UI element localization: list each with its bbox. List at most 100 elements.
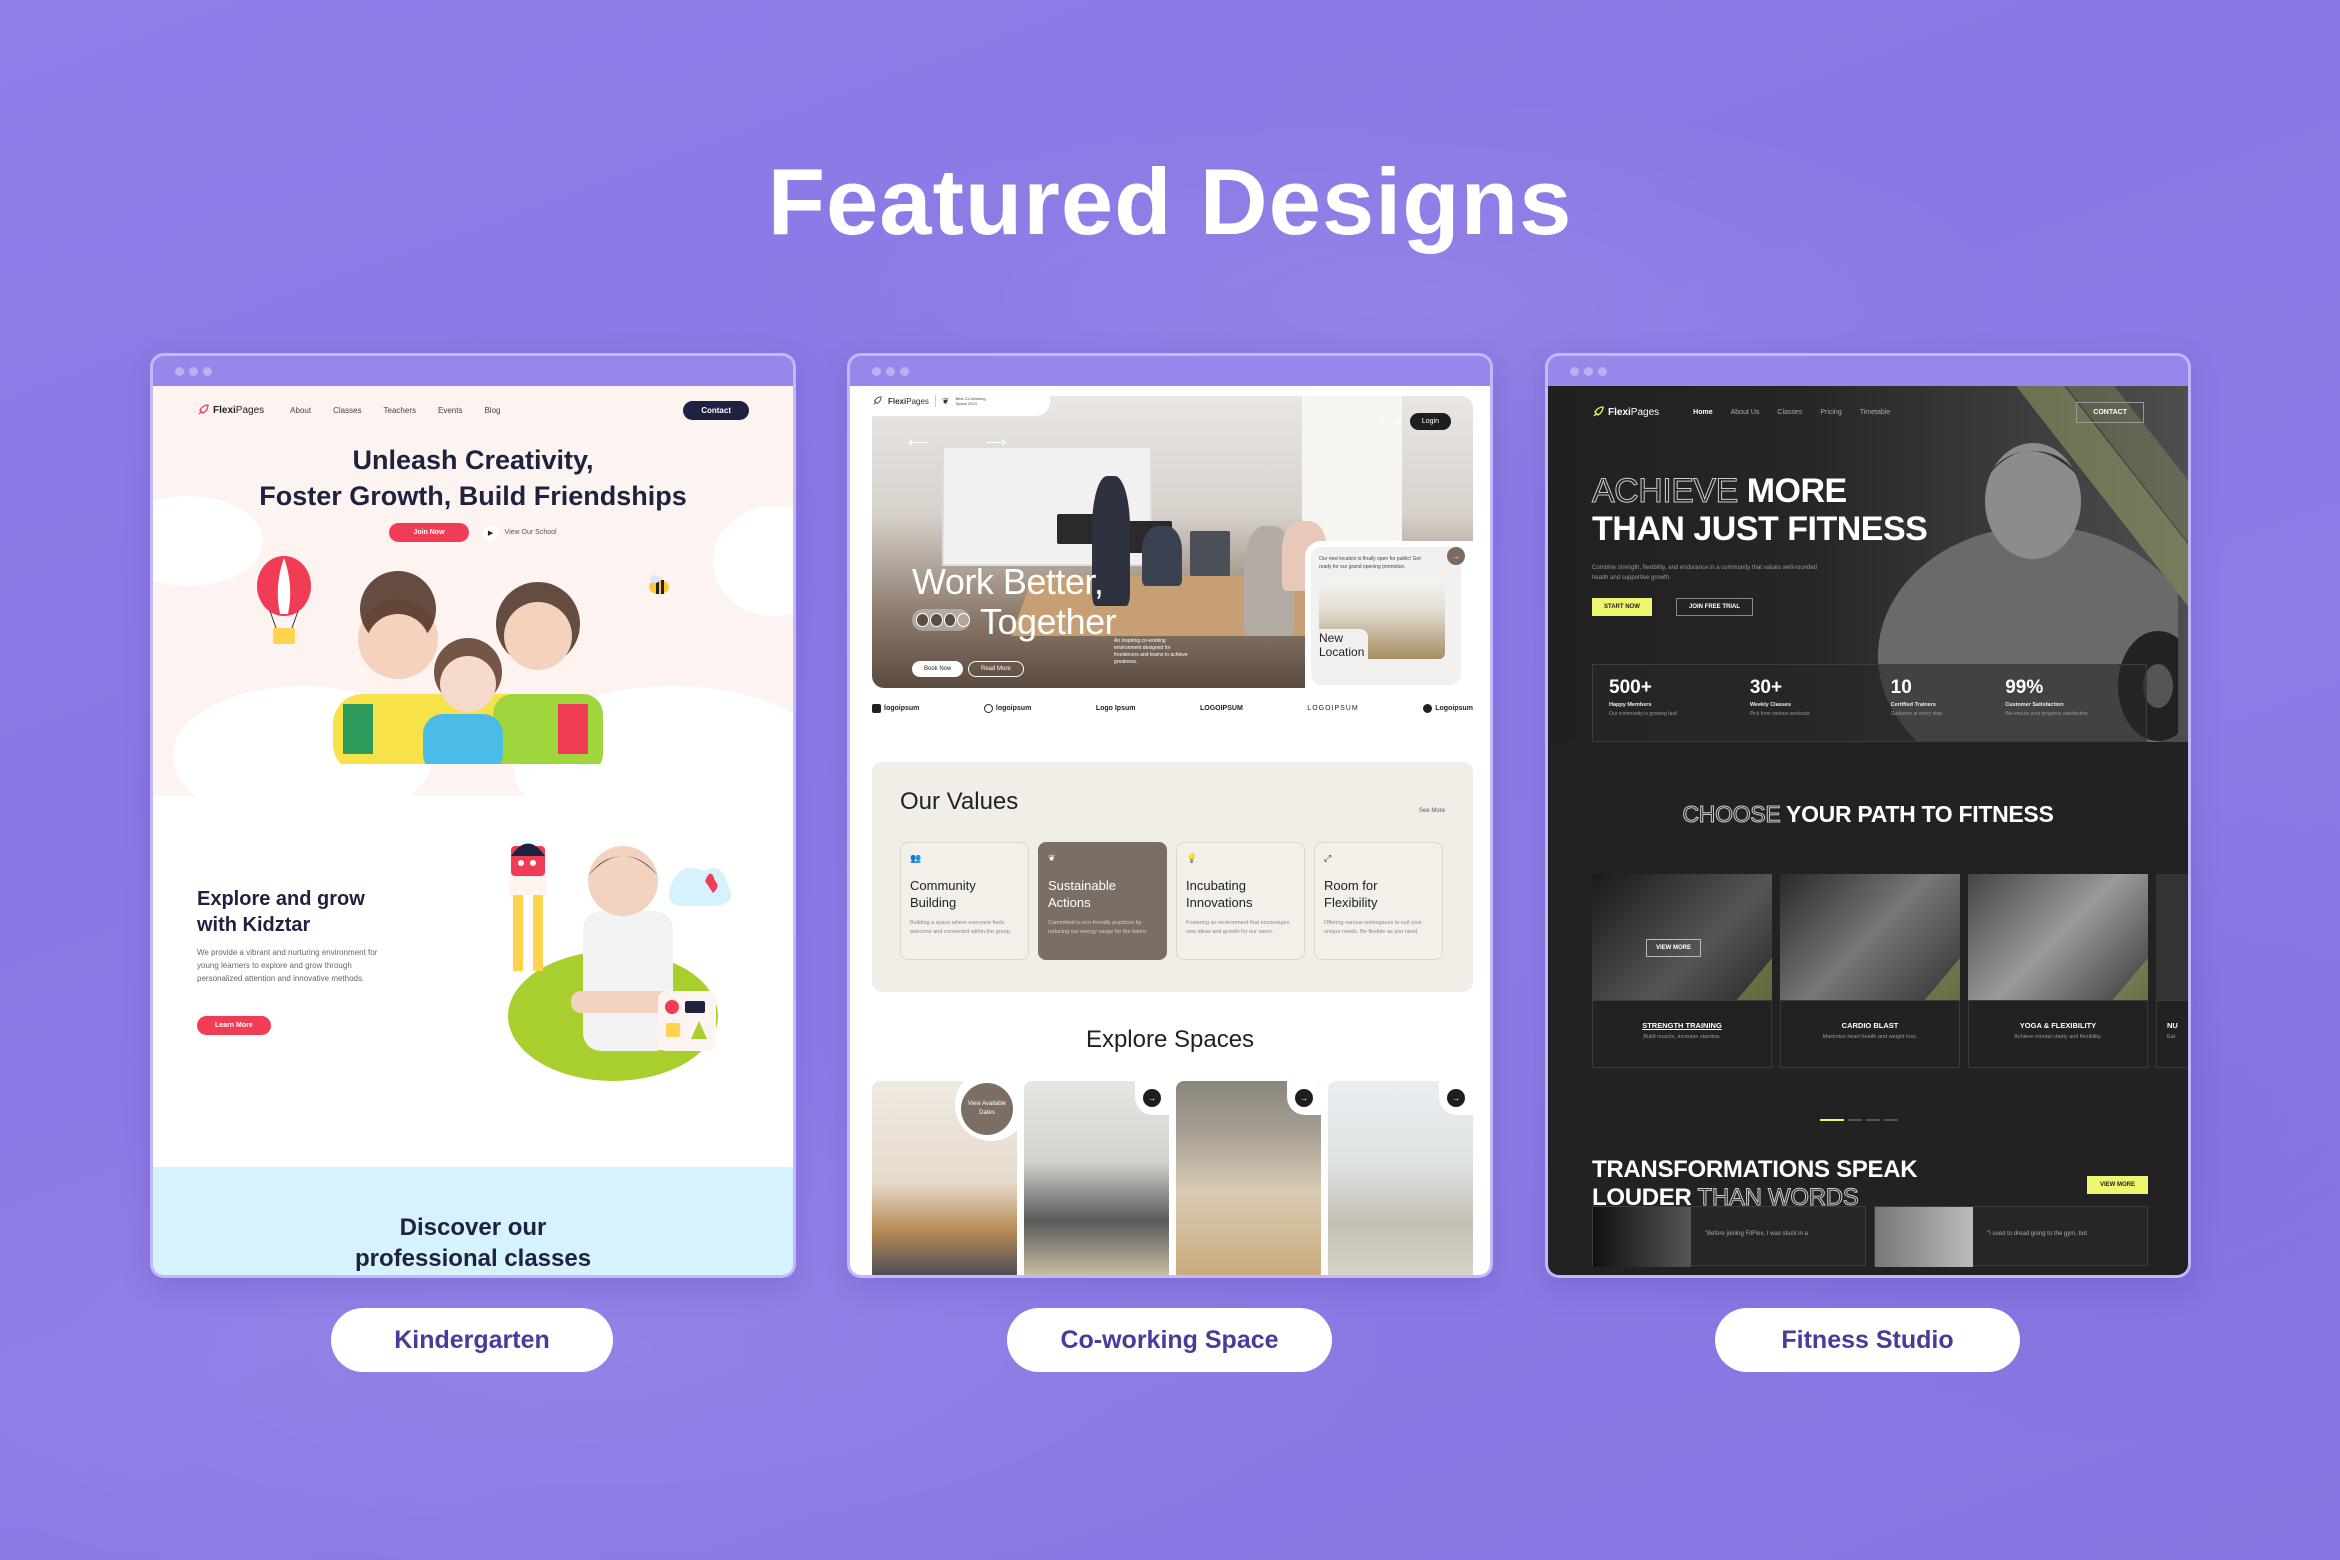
- login-button[interactable]: Login: [1409, 412, 1451, 430]
- carousel-dot[interactable]: [1866, 1119, 1880, 1121]
- person: [1142, 526, 1182, 586]
- class-title: STRENGTH TRAINING: [1642, 1021, 1722, 1030]
- view-dates-label: View Available Dates: [961, 1083, 1013, 1135]
- window-dot: [886, 366, 895, 376]
- ft-logo[interactable]: FlexiPages: [1592, 406, 1659, 418]
- window-dot: [1598, 366, 1607, 376]
- arrow-right-icon[interactable]: →: [1447, 547, 1465, 565]
- value-card-community[interactable]: 👥 Community Building Building a space whe…: [900, 842, 1029, 960]
- brand-light: Pages: [235, 404, 265, 416]
- class-card-strength[interactable]: VIEW MORE STRENGTH TRAINING Build muscle,…: [1592, 874, 1772, 1086]
- award-badge: Best Co-Working Space 2023: [955, 396, 986, 406]
- fitness-page: FlexiPages Home About Us Classes Pricing…: [1548, 386, 2188, 1275]
- ft-hero-title: ACHIEVE MORE THAN JUST FITNESS: [1592, 472, 1928, 549]
- rocket-icon: [873, 396, 882, 405]
- nav-teachers[interactable]: Teachers: [384, 406, 416, 415]
- window-titlebar: [1548, 356, 2188, 386]
- new-location-text: Our new location is finally open for pub…: [1319, 556, 1421, 570]
- search-icon[interactable]: ⌕: [1381, 416, 1386, 427]
- class-photo: VIEW MORE: [1592, 874, 1772, 1000]
- label-fitness-studio[interactable]: Fitness Studio: [1715, 1308, 2020, 1372]
- kg-navbar: FlexiPages About Classes Teachers Events…: [197, 400, 749, 420]
- start-now-button[interactable]: START NOW: [1592, 598, 1652, 616]
- join-free-trial-button[interactable]: JOIN FREE TRIAL: [1676, 598, 1754, 616]
- space-card[interactable]: →: [1176, 1081, 1321, 1275]
- hero-title-line: Foster Growth, Build Friendships: [259, 481, 687, 511]
- value-text: Building a space where everyone feels we…: [910, 920, 1012, 935]
- view-school-link[interactable]: ▶ View Our School: [482, 524, 557, 541]
- value-card-sustainable[interactable]: ❦ Sustainable Actions Committed to eco-fr…: [1038, 842, 1167, 960]
- testimonial-photo: [1875, 1207, 1973, 1267]
- class-text: Maximize heart health and weight loss.: [1822, 1034, 1918, 1040]
- see-more-link[interactable]: See More: [1419, 808, 1445, 814]
- cw-hero-description: An inspiring co-working environment desi…: [1114, 638, 1188, 665]
- contact-button[interactable]: Contact: [683, 400, 749, 420]
- window-dot: [189, 366, 198, 376]
- window-titlebar: [850, 356, 1490, 386]
- arrow-right-icon[interactable]: ⟶: [986, 434, 1006, 451]
- window-dot: [872, 366, 881, 376]
- carousel-dot[interactable]: [1884, 1119, 1898, 1121]
- contact-button[interactable]: CONTACT: [2076, 401, 2144, 423]
- class-photo: [1968, 874, 2148, 1000]
- nav-about-us[interactable]: About Us: [1731, 409, 1760, 416]
- arrow-left-icon[interactable]: ⟵: [908, 434, 928, 451]
- kg-explore-title: Explore and grow with Kidztar: [197, 886, 365, 938]
- value-card-incubating[interactable]: 💡 Incubating Innovations Fostering an env…: [1176, 842, 1305, 960]
- value-card-flexibility[interactable]: ⤢ Room for Flexibility Offering various w…: [1314, 842, 1443, 960]
- learn-more-button[interactable]: Learn More: [197, 1016, 271, 1035]
- space-arrow[interactable]: →: [1135, 1081, 1169, 1115]
- fitness-preview-window[interactable]: FlexiPages Home About Us Classes Pricing…: [1545, 353, 2191, 1278]
- class-card-cardio[interactable]: CARDIO BLAST Maximize heart health and we…: [1780, 874, 1960, 1086]
- nav-about[interactable]: About: [290, 406, 311, 415]
- lightbulb-icon: 💡: [1186, 853, 1198, 863]
- view-school-label: View Our School: [504, 529, 557, 536]
- title-line: with Kidztar: [197, 914, 311, 936]
- class-card-yoga[interactable]: YOGA & FLEXIBILITY Achieve mental clarity…: [1968, 874, 2148, 1086]
- menu-icon[interactable]: ☰: [1394, 416, 1402, 427]
- title-line: Discover our: [399, 1214, 547, 1241]
- new-location-card[interactable]: Our new location is finally open for pub…: [1305, 541, 1473, 688]
- class-card-partial[interactable]: NU Eat: [2156, 874, 2188, 1086]
- carousel-dot[interactable]: [1848, 1119, 1862, 1121]
- window-dot: [900, 366, 909, 376]
- read-more-button[interactable]: Read More: [968, 661, 1024, 677]
- card-view-more-button[interactable]: VIEW MORE: [1646, 939, 1702, 957]
- nav-home[interactable]: Home: [1693, 409, 1712, 416]
- choose-path-title: CHOOSE YOUR PATH TO FITNESS: [1548, 801, 2188, 828]
- avatar: [929, 613, 943, 627]
- kg-classes-section: Discover our professional classes: [153, 1167, 793, 1275]
- label-coworking-space[interactable]: Co-working Space: [1007, 1308, 1332, 1372]
- space-arrow[interactable]: →: [1439, 1081, 1473, 1115]
- bee-illustration: [649, 575, 669, 594]
- kg-classes-title: Discover our professional classes: [153, 1212, 793, 1274]
- space-card[interactable]: →: [1328, 1081, 1473, 1275]
- view-dates-badge[interactable]: View Available Dates: [955, 1081, 1017, 1141]
- nav-timetable[interactable]: Timetable: [1860, 409, 1890, 416]
- nav-classes[interactable]: Classes: [1777, 409, 1802, 416]
- nav-classes[interactable]: Classes: [333, 406, 361, 415]
- kg-logo[interactable]: FlexiPages: [197, 404, 264, 416]
- nav-events[interactable]: Events: [438, 406, 462, 415]
- partner-logo: logoipsum: [983, 704, 1031, 713]
- cw-brand[interactable]: FlexiPages: [888, 397, 929, 406]
- class-title: YOGA & FLEXIBILITY: [2019, 1021, 2097, 1030]
- plus-icon: [957, 613, 970, 627]
- space-arrow[interactable]: →: [1287, 1081, 1321, 1115]
- brand-light: Pages: [1630, 406, 1660, 418]
- carousel-dot-active[interactable]: [1820, 1119, 1844, 1121]
- value-title: Incubating Innovations: [1186, 878, 1253, 910]
- nav-blog[interactable]: Blog: [484, 406, 500, 415]
- label-kindergarten[interactable]: Kindergarten: [331, 1308, 613, 1372]
- kindergarten-preview-window[interactable]: FlexiPages About Classes Teachers Events…: [150, 353, 796, 1278]
- book-now-button[interactable]: Book Now: [912, 661, 964, 677]
- testimonial-card: "Before joining FitFlex, I was stuck in …: [1592, 1206, 1866, 1267]
- coworking-preview-window[interactable]: ⟵ ⟶ Work Better, Together Book Now Read M…: [847, 353, 1493, 1278]
- join-now-button[interactable]: Join Now: [389, 523, 469, 542]
- space-card[interactable]: →: [1024, 1081, 1169, 1275]
- nav-pricing[interactable]: Pricing: [1820, 409, 1841, 416]
- arrow-right-icon: →: [1143, 1089, 1161, 1107]
- view-more-button[interactable]: VIEW MORE: [2086, 1176, 2148, 1194]
- space-card[interactable]: View Available Dates: [872, 1081, 1017, 1275]
- stat-item: 99% Customer Satisfaction We ensure your p…: [2005, 677, 2088, 717]
